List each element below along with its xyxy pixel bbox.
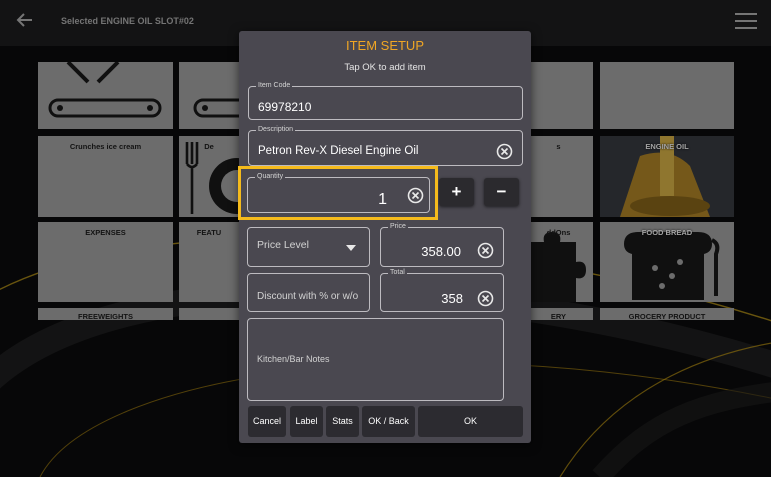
total-value: 358 [441, 291, 463, 306]
description-value: Petron Rev-X Diesel Engine Oil [258, 145, 419, 157]
total-field[interactable]: Total 358 [380, 268, 504, 312]
clear-icon[interactable] [407, 187, 424, 204]
price-label: Price [388, 222, 408, 232]
cancel-button[interactable]: Cancel [248, 406, 286, 437]
ok-back-button[interactable]: OK / Back [362, 406, 415, 437]
quantity-field[interactable]: Quantity 1 [247, 172, 430, 213]
dialog-title: ITEM SETUP [345, 38, 424, 53]
dropdown-arrow-icon [346, 245, 356, 251]
kitchen-notes-field[interactable]: Kitchen/Bar Notes [247, 318, 504, 401]
kitchen-notes-placeholder: Kitchen/Bar Notes [257, 354, 330, 364]
price-value: 358.00 [421, 244, 461, 259]
price-level-select[interactable]: Price Level [247, 227, 370, 267]
total-label: Total [388, 268, 407, 278]
item-setup-dialog: ITEM SETUP Tap OK to add item Item Code … [239, 31, 531, 443]
quantity-label: Quantity [255, 172, 286, 182]
quantity-highlight: Quantity 1 [238, 166, 438, 220]
item-code-value: 69978210 [258, 100, 312, 114]
price-field[interactable]: Price 358.00 [380, 222, 504, 267]
ok-button[interactable]: OK [418, 406, 523, 437]
dialog-subtitle: Tap OK to add item [344, 62, 426, 73]
description-label: Description [256, 125, 296, 135]
label-button[interactable]: Label [290, 406, 323, 437]
description-field[interactable]: Description Petron Rev-X Diesel Engine O… [248, 125, 523, 166]
discount-placeholder: Discount with % or w/o [257, 291, 359, 302]
clear-icon[interactable] [496, 143, 513, 160]
clear-icon[interactable] [477, 290, 494, 307]
stats-button[interactable]: Stats [326, 406, 359, 437]
discount-field[interactable]: Discount with % or w/o [247, 273, 370, 312]
quantity-increment-button[interactable]: + [439, 178, 474, 206]
clear-icon[interactable] [477, 242, 494, 259]
quantity-value: 1 [378, 191, 387, 208]
quantity-decrement-button[interactable]: − [484, 178, 519, 206]
item-code-label: Item Code [256, 81, 293, 91]
price-level-label: Price Level [257, 239, 309, 251]
item-code-field[interactable]: Item Code 69978210 [248, 81, 523, 120]
